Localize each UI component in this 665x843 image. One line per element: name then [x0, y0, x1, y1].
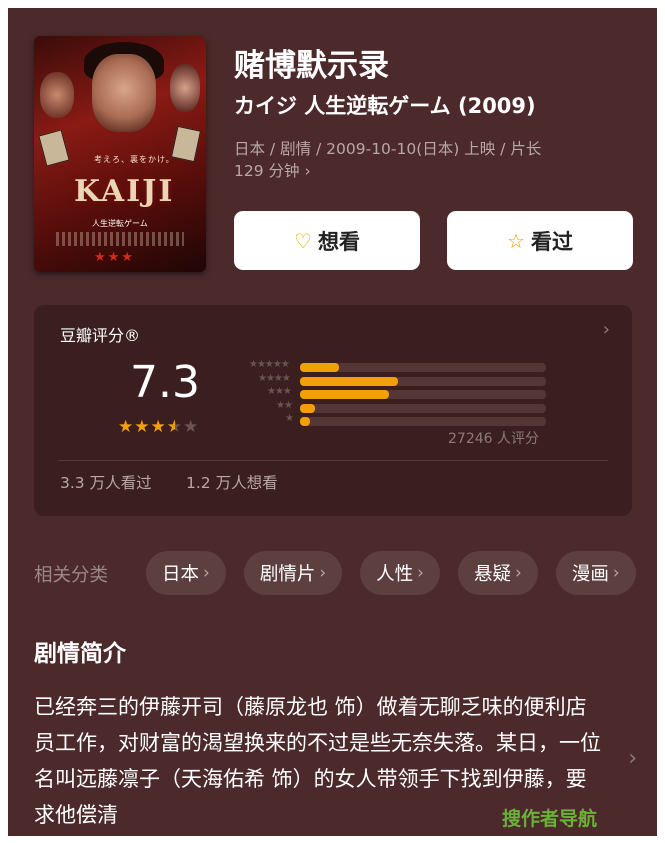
rating-bar-stars: ★ [285, 413, 294, 424]
rating-score: 7.3 [130, 357, 200, 408]
summary-title: 剧情简介 [34, 641, 126, 667]
poster-figure-center [92, 54, 156, 132]
rating-bar-stars: ★★★★★ [249, 359, 290, 370]
star-half-icon: ★ [166, 417, 183, 437]
rating-bar-stars: ★★ [276, 399, 293, 411]
divider [58, 460, 608, 461]
chevron-right-icon: › [515, 563, 522, 583]
movie-meta-line1: 日本 / 剧情 / 2009-10-10(日本) 上映 / 片长 [234, 140, 542, 158]
category-tag[interactable]: 日本 › [146, 551, 226, 595]
watched-button[interactable]: ☆ 看过 [447, 211, 633, 270]
poster-card [38, 129, 70, 167]
rating-bar-track [300, 376, 546, 386]
wish-count: 1.2 万人想看 [186, 474, 278, 492]
chevron-right-icon[interactable]: › [603, 319, 610, 340]
poster-credits [56, 232, 184, 246]
want-to-watch-button[interactable]: ♡ 想看 [234, 211, 420, 270]
rating-bar-fill [300, 376, 399, 386]
movie-meta[interactable]: 日本 / 剧情 / 2009-10-10(日本) 上映 / 片长 129 分钟 … [234, 138, 634, 182]
category-tag-label: 日本 [162, 564, 200, 585]
watched-label: 看过 [530, 229, 573, 254]
movie-detail-screen: 考えろ、裏をかけ。 KAIJI 人生逆転ゲーム ★★★ 赌博默示录 カイジ 人生… [8, 8, 657, 836]
star-empty-icon: ★ [183, 417, 200, 437]
star-icon: ★ [134, 417, 151, 437]
watched-count: 3.3 万人看过 [60, 474, 152, 492]
watermark: 搜作者导航 [502, 808, 598, 830]
chevron-right-icon: › [612, 563, 620, 583]
movie-poster[interactable]: 考えろ、裏をかけ。 KAIJI 人生逆転ゲーム ★★★ [34, 36, 206, 272]
heart-plus-icon: ♡ [294, 228, 312, 253]
category-tag[interactable]: 漫画 › [555, 551, 636, 595]
chevron-right-icon: › [203, 563, 210, 583]
rating-label: 豆瓣评分® [60, 326, 141, 345]
category-tag[interactable]: 剧情片 › [243, 551, 343, 595]
poster-figure-right [170, 64, 200, 112]
category-tag-label: 悬疑 [473, 564, 511, 585]
movie-meta-line2: 129 分钟 › [234, 162, 311, 180]
star-icon: ★ [118, 417, 135, 437]
rating-bar-fill [300, 403, 315, 413]
movie-title: 赌博默示录 [234, 48, 389, 84]
rating-bar-track [300, 363, 546, 372]
rating-bar-track [300, 417, 546, 426]
rating-card[interactable]: 豆瓣评分® › 7.3 ★★★★★ ★★★★★ ★★★★ ★★★ ★★ ★ 27246 … [34, 305, 632, 516]
category-tag-label: 人性 [376, 564, 414, 585]
movie-original-title: カイジ 人生逆転ゲーム (2009) [234, 94, 536, 118]
poster-stars: ★★★ [94, 250, 135, 265]
rating-bar-fill [300, 417, 310, 426]
poster-subtitle: 人生逆転ゲーム [92, 219, 148, 228]
poster-figure-left [40, 72, 74, 118]
rating-bar-stars: ★★★★ [258, 372, 291, 384]
rating-bar-fill [300, 390, 389, 399]
category-tag[interactable]: 悬疑 › [457, 551, 538, 595]
star-icon: ★ [150, 417, 167, 437]
star-outline-icon: ☆ [507, 228, 525, 253]
poster-logo: KAIJI [74, 174, 175, 209]
chevron-right-icon: › [417, 563, 424, 583]
related-categories: 日本 › 剧情片 › 人性 › 悬疑 › 漫画 › [146, 551, 636, 595]
rating-count: 27246 人评分 [448, 431, 539, 447]
related-categories-label: 相关分类 [34, 565, 109, 586]
poster-card [170, 125, 202, 163]
want-to-watch-label: 想看 [317, 229, 360, 254]
rating-bar-fill [300, 363, 340, 372]
poster-tagline: 考えろ、裏をかけ。 [94, 155, 175, 164]
chevron-right-icon: › [319, 563, 327, 583]
category-tag-label: 剧情片 [259, 564, 316, 585]
rating-bar-track [300, 390, 546, 399]
chevron-right-icon[interactable]: › [628, 746, 637, 771]
category-tag-label: 漫画 [571, 564, 609, 585]
rating-stars: ★★★★★ [118, 417, 199, 437]
category-tag[interactable]: 人性 › [360, 551, 440, 595]
rating-bar-stars: ★★★ [267, 386, 292, 397]
rating-bar-track [300, 403, 546, 413]
